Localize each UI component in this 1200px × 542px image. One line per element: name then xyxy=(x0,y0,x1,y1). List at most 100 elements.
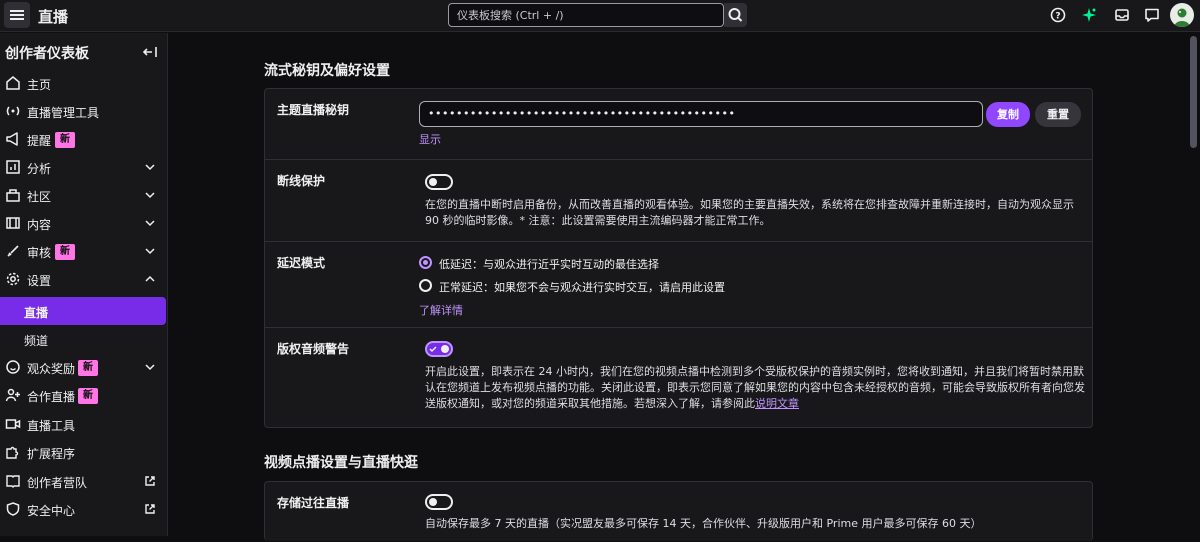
sidebar-item-label: 频道 xyxy=(24,334,49,348)
store-past-broadcasts-label: 存储过往直播 xyxy=(277,496,350,510)
low-latency-radio[interactable] xyxy=(419,256,432,269)
sidebar-item-community[interactable]: 社区 xyxy=(0,181,166,209)
top-bar: 直播 ? xyxy=(0,0,1200,32)
low-latency-label: 低延迟：与观众进行近乎实时互动的最佳选择 xyxy=(439,258,659,271)
search-input[interactable] xyxy=(449,4,723,26)
page-title: 直播 xyxy=(38,8,69,26)
inbox-icon[interactable] xyxy=(1113,6,1131,24)
chevron-up-icon xyxy=(145,275,155,282)
new-badge: 新 xyxy=(55,132,75,148)
sidebar-item-label: 分析 xyxy=(27,162,52,176)
sidebar-item-label: 提醒 xyxy=(27,134,52,148)
book-icon xyxy=(6,475,20,488)
sidebar-item-label: 主页 xyxy=(27,78,52,92)
reset-button[interactable]: 重置 xyxy=(1035,102,1081,127)
search-icon xyxy=(728,8,743,22)
disconnect-protection-description: 在您的直播中断时启用备份，从而改善直播的观看体验。如果您的主要直播失效，系统将在… xyxy=(425,198,1074,227)
sidebar-item-label: 安全中心 xyxy=(27,504,76,518)
sidebar-item-label: 设置 xyxy=(27,274,52,288)
sword-icon xyxy=(7,245,19,257)
new-badge: 新 xyxy=(55,244,75,260)
latency-mode-row: 延迟模式 低延迟：与观众进行近乎实时互动的最佳选择 正常延迟：如果您不会与观众进… xyxy=(265,242,1092,328)
copy-button[interactable]: 复制 xyxy=(986,102,1030,127)
normal-latency-radio[interactable] xyxy=(419,279,432,292)
external-link-icon xyxy=(145,476,155,486)
chevron-down-icon xyxy=(145,164,155,171)
disconnect-protection-toggle[interactable] xyxy=(425,174,453,190)
sidebar-item-viewer-rewards[interactable]: 观众奖励 新 xyxy=(0,353,166,381)
sidebar-item-stream-manager[interactable]: 直播管理工具 xyxy=(0,97,166,125)
stream-key-panel: 主题直播秘钥 •••••••••••••••••••••••••••••••••… xyxy=(264,88,1093,428)
sidebar-item-label: 直播 xyxy=(24,306,49,320)
section-heading-stream-key: 流式秘钥及偏好设置 xyxy=(264,63,390,79)
learn-more-link[interactable]: 了解详情 xyxy=(419,302,463,318)
help-icon[interactable]: ? xyxy=(1049,6,1067,24)
copyright-audio-row: 版权音频警告 开启此设置，即表示在 24 小时内，我们在您的视频点播中检测到多个… xyxy=(265,328,1092,427)
section-heading-vod: 视频点播设置与直播快逛 xyxy=(264,455,418,471)
store-past-broadcasts-toggle[interactable] xyxy=(425,494,453,510)
svg-text:?: ? xyxy=(1055,12,1060,22)
vod-panel: 存储过往直播 自动保存最多 7 天的直播（实况盟友最多可保存 14 天，合作伙伴… xyxy=(264,481,1093,541)
sidebar-item-label: 审核 xyxy=(27,246,52,260)
copyright-audio-description: 开启此设置，即表示在 24 小时内，我们在您的视频点播中检测到多个受版权保护的音… xyxy=(425,364,1085,412)
chevron-down-icon xyxy=(145,220,155,227)
gear-icon xyxy=(6,272,20,286)
sidebar-item-collab[interactable]: 合作直播 新 xyxy=(0,381,166,409)
sidebar-item-label: 扩展程序 xyxy=(27,447,76,461)
community-icon xyxy=(6,189,20,202)
search-button[interactable] xyxy=(724,3,747,27)
sidebar-item-label: 创作者营队 xyxy=(27,476,88,490)
sidebar-item-alerts[interactable]: 提醒 新 xyxy=(0,125,166,153)
user-avatar-icon xyxy=(1174,8,1190,27)
sidebar-title: 创作者仪表板 xyxy=(5,46,89,62)
chevron-down-icon xyxy=(145,248,155,255)
collapse-sidebar-icon[interactable] xyxy=(142,45,158,59)
sidebar-item-stream[interactable]: 直播 xyxy=(0,297,166,325)
menu-icon[interactable] xyxy=(4,2,30,28)
avatar[interactable] xyxy=(1170,3,1194,27)
scrollbar-thumb[interactable] xyxy=(1190,36,1197,148)
sidebar-item-label: 社区 xyxy=(27,190,52,204)
broadcast-icon xyxy=(6,106,20,116)
sidebar-item-creator-camp[interactable]: 创作者营队 xyxy=(0,467,166,495)
chevron-down-icon xyxy=(145,192,155,199)
whispers-icon[interactable] xyxy=(1143,6,1161,24)
sparkle-icon[interactable] xyxy=(1080,6,1098,24)
help-article-link[interactable]: 说明文章 xyxy=(755,397,799,410)
disconnect-protection-label: 断线保护 xyxy=(277,174,326,188)
sidebar-item-moderation[interactable]: 审核 新 xyxy=(0,237,166,265)
stream-key-row: 主题直播秘钥 •••••••••••••••••••••••••••••••••… xyxy=(265,89,1092,160)
sidebar-item-label: 直播管理工具 xyxy=(27,106,100,120)
new-badge: 新 xyxy=(78,360,98,376)
home-icon xyxy=(6,76,20,90)
stream-key-label: 主题直播秘钥 xyxy=(277,103,350,117)
check-icon xyxy=(429,346,437,353)
smile-icon xyxy=(6,360,20,374)
disconnect-protection-row: 断线保护 在您的直播中断时启用备份，从而改善直播的观看体验。如果您的主要直播失效… xyxy=(265,160,1092,242)
camera-icon xyxy=(5,419,21,429)
content-icon xyxy=(6,217,20,229)
stream-key-field[interactable]: ••••••••••••••••••••••••••••••••••••••••… xyxy=(419,101,983,127)
chart-icon xyxy=(6,160,20,174)
chevron-down-icon xyxy=(145,364,155,371)
sidebar-item-label: 内容 xyxy=(27,218,52,232)
normal-latency-label: 正常延迟：如果您不会与观众进行实时交互，请启用此设置 xyxy=(439,281,725,294)
megaphone-icon xyxy=(6,132,18,146)
copyright-audio-label: 版权音频警告 xyxy=(277,342,350,356)
copyright-audio-toggle[interactable] xyxy=(425,341,453,357)
new-badge: 新 xyxy=(78,388,98,404)
sidebar-item-label: 合作直播 xyxy=(27,390,76,404)
sidebar-item-home[interactable]: 主页 xyxy=(0,69,166,97)
sidebar-item-stream-tools[interactable]: 直播工具 xyxy=(0,410,166,438)
show-key-link[interactable]: 显示 xyxy=(419,131,441,147)
add-user-icon xyxy=(5,388,20,402)
sidebar-item-content[interactable]: 内容 xyxy=(0,209,166,237)
sidebar-item-channel[interactable]: 频道 xyxy=(0,325,166,353)
sidebar-item-settings[interactable]: 设置 xyxy=(0,265,166,293)
sidebar-item-safety-center[interactable]: 安全中心 xyxy=(0,495,166,523)
sidebar: 创作者仪表板 主页 直播管理工具 提醒 新 分析 社区 内容 审核 新 设置 直… xyxy=(0,33,168,536)
sidebar-item-extensions[interactable]: 扩展程序 xyxy=(0,438,166,466)
puzzle-icon xyxy=(6,446,19,459)
external-link-icon xyxy=(145,504,155,514)
sidebar-item-analytics[interactable]: 分析 xyxy=(0,153,166,181)
